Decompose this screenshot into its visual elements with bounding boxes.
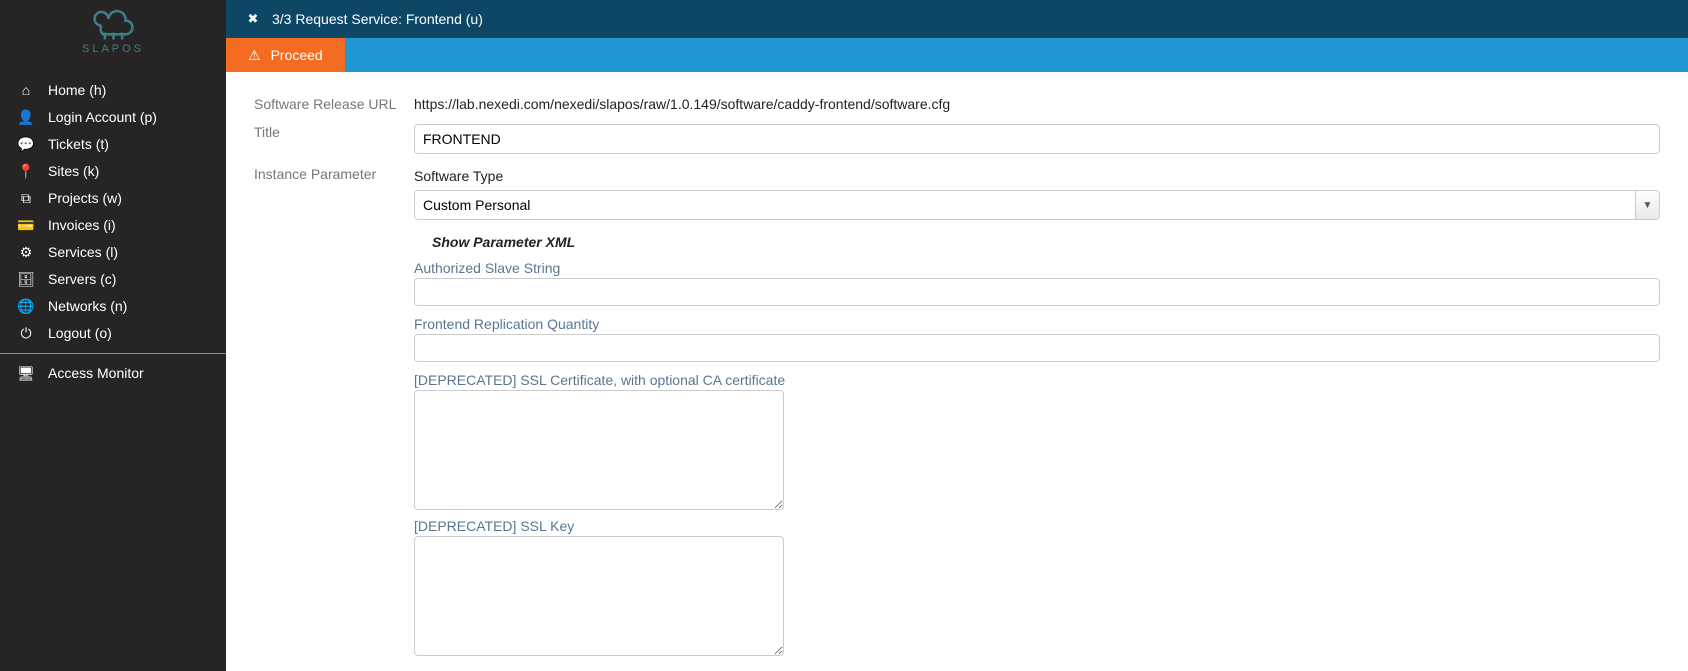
sidebar-item-access-monitor[interactable]: 🖥 Access Monitor bbox=[0, 360, 226, 387]
sidebar-item-label: Login Account (p) bbox=[48, 107, 157, 128]
label-instance-parameter: Instance Parameter bbox=[254, 162, 414, 182]
sidebar-item-label: Logout (o) bbox=[48, 323, 112, 344]
ssl-certificate-textarea[interactable] bbox=[414, 390, 784, 510]
proceed-button[interactable]: ⚠ Proceed bbox=[226, 38, 345, 72]
page-title: 3/3 Request Service: Frontend (u) bbox=[272, 11, 483, 27]
proceed-button-label: Proceed bbox=[271, 47, 323, 63]
sidebar-item-label: Home (h) bbox=[48, 80, 106, 101]
globe-icon: 🌐 bbox=[16, 296, 36, 317]
sidebar-item-login-account[interactable]: 👤 Login Account (p) bbox=[0, 104, 226, 131]
pin-icon: 📍 bbox=[16, 161, 36, 182]
db-icon: 🗄 bbox=[16, 269, 36, 290]
sidebar-item-projects[interactable]: ⧉ Projects (w) bbox=[0, 185, 226, 212]
warning-icon: ⚠ bbox=[248, 47, 261, 64]
sidebar-item-sites[interactable]: 📍 Sites (k) bbox=[0, 158, 226, 185]
sidebar: SLAPOS ⌂ Home (h) 👤 Login Account (p) 💬 … bbox=[0, 0, 226, 671]
close-icon[interactable]: ✖ bbox=[238, 11, 268, 27]
row-title: Title bbox=[254, 120, 1660, 154]
title-input[interactable] bbox=[414, 124, 1660, 154]
row-software-release-url: Software Release URL https://lab.nexedi.… bbox=[254, 92, 1660, 112]
authorized-slave-string-input[interactable] bbox=[414, 278, 1660, 306]
param-label-frontend-replication-quantity: Frontend Replication Quantity bbox=[414, 316, 1660, 332]
row-instance-parameter: Instance Parameter Software Type Custom … bbox=[254, 162, 1660, 664]
value-software-release-url: https://lab.nexedi.com/nexedi/slapos/raw… bbox=[414, 92, 1660, 112]
sidebar-item-label: Sites (k) bbox=[48, 161, 99, 182]
frontend-replication-quantity-input[interactable] bbox=[414, 334, 1660, 362]
label-software-type: Software Type bbox=[414, 168, 1660, 184]
cloud-logo-icon bbox=[86, 6, 141, 42]
sidebar-nav: ⌂ Home (h) 👤 Login Account (p) 💬 Tickets… bbox=[0, 77, 226, 387]
actionbar: ⚠ Proceed bbox=[226, 38, 1688, 72]
param-label-ssl-certificate: [DEPRECATED] SSL Certificate, with optio… bbox=[414, 372, 1660, 388]
topbar: ✖ 3/3 Request Service: Frontend (u) bbox=[226, 0, 1688, 38]
sidebar-item-networks[interactable]: 🌐 Networks (n) bbox=[0, 293, 226, 320]
label-software-release-url: Software Release URL bbox=[254, 92, 414, 112]
sidebar-item-label: Tickets (t) bbox=[48, 134, 109, 155]
user-icon: 👤 bbox=[16, 107, 36, 128]
main-area: ✖ 3/3 Request Service: Frontend (u) ⚠ Pr… bbox=[226, 0, 1688, 671]
gears-icon: ⚙ bbox=[16, 242, 36, 263]
card-icon: 💳 bbox=[16, 215, 36, 236]
sidebar-item-invoices[interactable]: 💳 Invoices (i) bbox=[0, 212, 226, 239]
ssl-key-textarea[interactable] bbox=[414, 536, 784, 656]
sidebar-item-services[interactable]: ⚙ Services (l) bbox=[0, 239, 226, 266]
param-label-ssl-key: [DEPRECATED] SSL Key bbox=[414, 518, 1660, 534]
software-type-select[interactable]: Custom Personal bbox=[414, 190, 1660, 220]
sidebar-item-servers[interactable]: 🗄 Servers (c) bbox=[0, 266, 226, 293]
sidebar-item-logout[interactable]: ⏻ Logout (o) bbox=[0, 320, 226, 347]
brand-logo: SLAPOS bbox=[0, 0, 226, 59]
form: Software Release URL https://lab.nexedi.… bbox=[226, 72, 1688, 671]
show-parameter-xml-link[interactable]: Show Parameter XML bbox=[432, 234, 1660, 250]
sidebar-item-label: Servers (c) bbox=[48, 269, 116, 290]
monitor-icon: 🖥 bbox=[16, 363, 36, 384]
sidebar-item-label: Networks (n) bbox=[48, 296, 127, 317]
sidebar-item-label: Projects (w) bbox=[48, 188, 122, 209]
param-label-authorized-slave-string: Authorized Slave String bbox=[414, 260, 1660, 276]
label-title: Title bbox=[254, 120, 414, 140]
chat-icon: 💬 bbox=[16, 134, 36, 155]
sidebar-item-home[interactable]: ⌂ Home (h) bbox=[0, 77, 226, 104]
power-icon: ⏻ bbox=[16, 323, 36, 344]
brand-name: SLAPOS bbox=[0, 43, 226, 55]
home-icon: ⌂ bbox=[16, 80, 36, 101]
sidebar-item-label: Invoices (i) bbox=[48, 215, 116, 236]
sidebar-divider bbox=[0, 353, 226, 354]
sidebar-item-label: Services (l) bbox=[48, 242, 118, 263]
cubes-icon: ⧉ bbox=[16, 188, 36, 209]
sidebar-item-label: Access Monitor bbox=[48, 363, 144, 384]
sidebar-item-tickets[interactable]: 💬 Tickets (t) bbox=[0, 131, 226, 158]
